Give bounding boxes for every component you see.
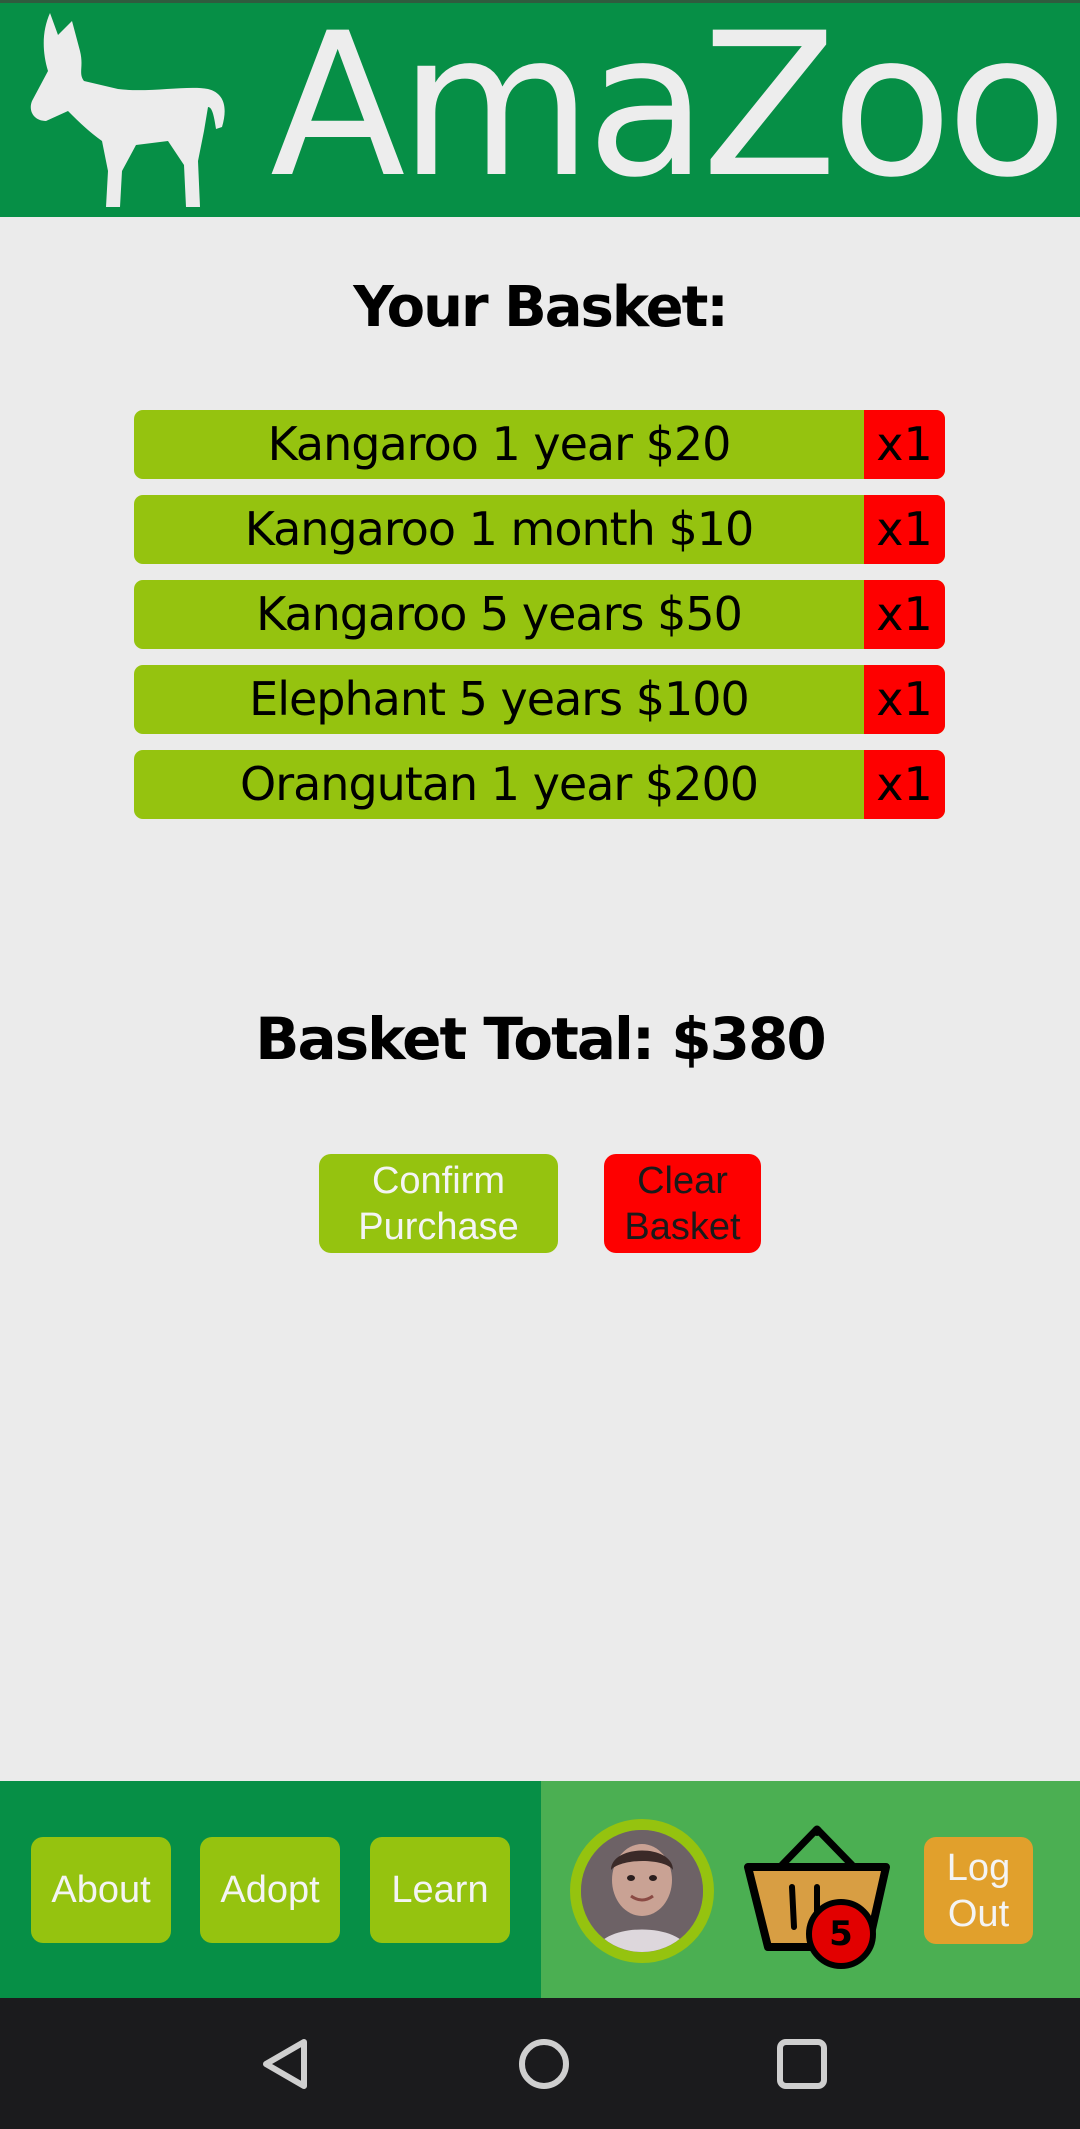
basket-item[interactable]: Elephant 5 years $100 x1 [134,665,945,734]
basket-list: Kangaroo 1 year $20 x1 Kangaroo 1 month … [134,410,945,835]
avatar[interactable] [570,1819,714,1963]
basket-count-badge: 5 [806,1899,876,1969]
basket-item[interactable]: Kangaroo 5 years $50 x1 [134,580,945,649]
basket-item-label: Elephant 5 years $100 [249,672,750,726]
basket-item[interactable]: Kangaroo 1 year $20 x1 [134,410,945,479]
nav-about-button[interactable]: About [31,1837,171,1943]
home-icon[interactable] [508,2028,580,2100]
donkey-logo-icon [30,13,225,207]
brand-title: AmaZoo [270,0,1068,221]
basket-item-label: Kangaroo 1 month $10 [244,502,755,556]
nav-learn-button[interactable]: Learn [370,1837,510,1943]
clear-basket-button[interactable]: Clear Basket [604,1154,761,1253]
basket-item-label: Kangaroo 5 years $50 [256,587,743,641]
nav-links-panel: About Adopt Learn [0,1781,541,1998]
app-header: AmaZoo [0,0,1080,217]
basket-item-label: Orangutan 1 year $200 [239,757,759,811]
basket-item[interactable]: Orangutan 1 year $200 x1 [134,750,945,819]
back-icon[interactable] [250,2028,322,2100]
bottom-nav: About Adopt Learn 5 Log Out [0,1781,1080,1998]
basket-item-label: Kangaroo 1 year $20 [267,417,732,471]
basket-item[interactable]: Kangaroo 1 month $10 x1 [134,495,945,564]
system-nav-bar [0,1998,1080,2129]
basket-item-quantity[interactable]: x1 [864,750,945,819]
basket-total: Basket Total: $380 [255,1005,826,1073]
profile-photo [581,1830,703,1952]
nav-adopt-button[interactable]: Adopt [200,1837,340,1943]
recents-icon[interactable] [766,2028,838,2100]
basket-item-quantity[interactable]: x1 [864,580,945,649]
logout-button[interactable]: Log Out [924,1837,1033,1944]
basket-item-quantity[interactable]: x1 [864,410,945,479]
basket-item-quantity[interactable]: x1 [864,665,945,734]
basket-item-quantity[interactable]: x1 [864,495,945,564]
basket-heading: Your Basket: [353,275,729,340]
confirm-purchase-button[interactable]: Confirm Purchase [319,1154,558,1253]
